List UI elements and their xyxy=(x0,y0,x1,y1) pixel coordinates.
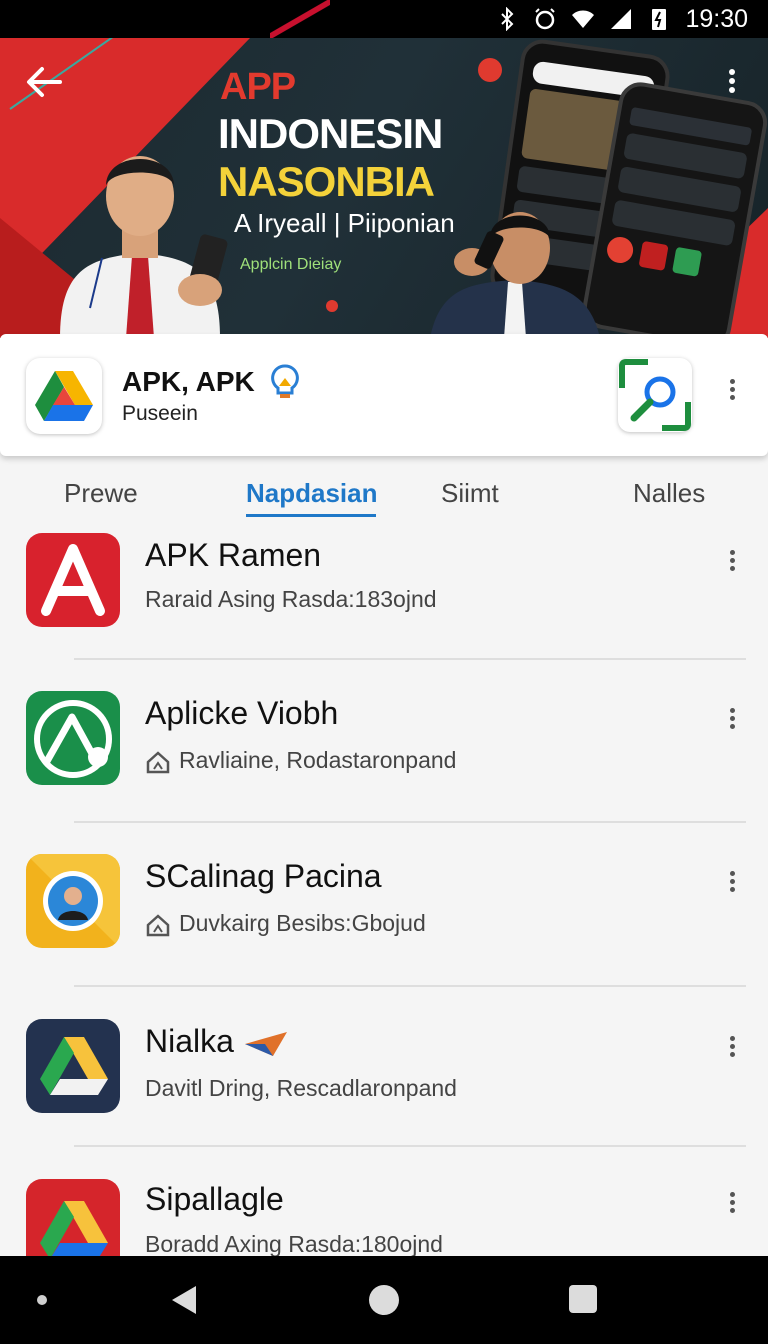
app-title: Sipallagle xyxy=(145,1181,284,1217)
app-header-card[interactable]: APK, APK Puseein xyxy=(0,334,768,456)
list-item[interactable]: Sipallagle Boradd Axing Rasda:180ojnd xyxy=(0,1175,768,1257)
app-subtitle: Raraid Asing Rasda:183ojnd xyxy=(145,586,437,612)
divider xyxy=(74,1145,746,1147)
tab-bar: Prewe Napdasian Siimt Nalles xyxy=(0,470,768,520)
nav-recents-icon[interactable] xyxy=(568,1284,598,1314)
battery-icon xyxy=(652,9,667,30)
app-title: SCalinag Pacina xyxy=(145,858,382,894)
app-subtitle: Boradd Axing Rasda:180ojnd xyxy=(145,1231,443,1257)
drive-triangle-icon xyxy=(26,1019,120,1113)
yellow-portrait-icon xyxy=(26,854,120,948)
tab-nalles[interactable]: Nalles xyxy=(633,478,705,509)
hero-title-line-1: APP xyxy=(220,66,296,108)
app-name: APK, APK xyxy=(122,366,255,397)
app-title: APK Ramen xyxy=(145,537,322,573)
more-options-icon[interactable] xyxy=(720,66,744,102)
screen: 19:30 APP INDONESIN NASONBIA A Iryeall |… xyxy=(0,0,768,1344)
row-more-icon[interactable] xyxy=(722,705,742,741)
hero-title-line-3: NASONBIA xyxy=(218,158,435,205)
search-icon[interactable] xyxy=(618,358,692,432)
hero-red-dot xyxy=(478,58,502,82)
status-bar-decoration xyxy=(270,0,330,38)
bluetooth-icon xyxy=(501,7,514,31)
divider xyxy=(74,985,746,987)
nav-back-icon[interactable] xyxy=(168,1284,200,1316)
divider xyxy=(74,821,746,823)
status-bar: 19:30 xyxy=(0,0,768,38)
app-subtitle-row: Ravliaine, Rodastaronpand xyxy=(145,747,456,775)
back-arrow-icon[interactable] xyxy=(22,60,66,104)
active-tab-indicator xyxy=(246,514,376,517)
app-title-text: Nialka xyxy=(145,1023,234,1059)
list-item[interactable]: SCalinag Pacina Duvkairg Besibs:Gbojud xyxy=(0,850,768,1013)
list-item[interactable]: Aplicke Viobh Ravliaine, Rodastaronpand xyxy=(0,685,768,848)
nav-home-icon[interactable] xyxy=(368,1284,400,1316)
lightbulb-icon xyxy=(271,364,299,398)
presenter-image xyxy=(60,156,228,338)
red-a-icon xyxy=(26,533,120,627)
alarm-icon xyxy=(535,8,556,30)
hero-subtitle: A Iryeall | Piiponian xyxy=(234,208,455,238)
signal-icon xyxy=(611,9,632,29)
app-subtitle: Davitl Dring, Rescadlaronpand xyxy=(145,1075,457,1101)
wifi-icon xyxy=(572,10,595,28)
app-developer: Puseein xyxy=(122,402,198,425)
second-presenter-image xyxy=(430,212,600,338)
house-badge-icon xyxy=(146,751,170,774)
row-more-icon[interactable] xyxy=(722,868,742,904)
app-list: APK Ramen Raraid Asing Rasda:183ojnd Apl… xyxy=(0,525,768,1257)
list-item[interactable]: Nialka Davitl Dring, Rescadlaronpand xyxy=(0,1015,768,1178)
hero-red-dot-small xyxy=(326,300,338,312)
house-badge-icon xyxy=(146,914,170,937)
row-more-icon[interactable] xyxy=(722,1033,742,1069)
green-mountain-icon xyxy=(26,691,120,785)
system-navigation-bar xyxy=(0,1256,768,1344)
list-item[interactable]: APK Ramen Raraid Asing Rasda:183ojnd xyxy=(0,525,768,688)
app-card-more-icon[interactable] xyxy=(722,376,742,412)
tab-siimt[interactable]: Siimt xyxy=(441,478,499,509)
tab-napdasian[interactable]: Napdasian xyxy=(246,478,378,509)
row-more-icon[interactable] xyxy=(722,1189,742,1225)
app-logo-icon xyxy=(26,358,102,434)
paper-plane-icon xyxy=(244,1031,287,1056)
hero-title-line-2: INDONESIN xyxy=(218,110,443,157)
app-title: Nialka xyxy=(145,1023,289,1060)
app-subtitle: Ravliaine, Rodastaronpand xyxy=(179,747,457,773)
app-subtitle-row: Duvkairg Besibs:Gbojud xyxy=(145,910,426,938)
red-drive-icon xyxy=(26,1179,120,1257)
hero-banner: APP INDONESIN NASONBIA A Iryeall | Piipo… xyxy=(0,38,768,338)
divider xyxy=(74,658,746,660)
hero-caption: Applcin Dieiay xyxy=(240,256,342,273)
app-subtitle: Duvkairg Besibs:Gbojud xyxy=(179,910,426,936)
tab-prewe[interactable]: Prewe xyxy=(64,478,138,509)
status-time: 19:30 xyxy=(685,4,748,33)
app-title: Aplicke Viobh xyxy=(145,695,339,731)
row-more-icon[interactable] xyxy=(722,547,742,583)
nav-dot-icon xyxy=(37,1295,47,1305)
